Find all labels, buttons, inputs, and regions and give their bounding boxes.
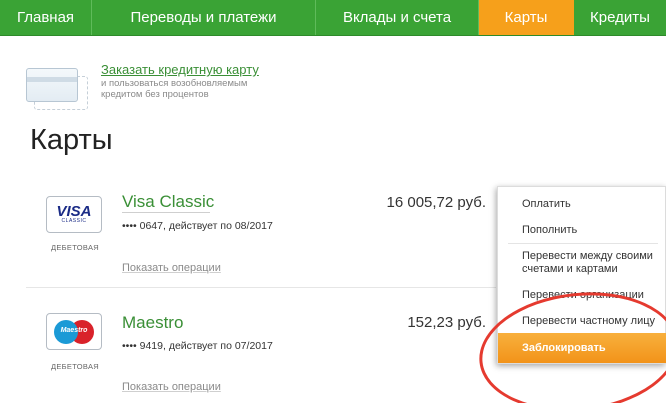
maestro-circles: Maestro <box>54 319 94 344</box>
row-divider <box>26 287 496 288</box>
menu-item-top-up[interactable]: Пополнить <box>498 224 666 237</box>
maestro-logo-text: Maestro <box>60 326 88 334</box>
nav-item-home[interactable]: Главная <box>0 0 92 35</box>
card-type-label: ДЕБЕТОВАЯ <box>51 243 99 252</box>
maestro-logo: Maestro <box>46 313 102 350</box>
promo-description: и пользоваться возобновляемым кредитом б… <box>101 78 248 100</box>
visa-logo: VISA CLASSIC <box>46 196 102 233</box>
main-nav: Главная Переводы и платежи Вклады и счет… <box>0 0 666 36</box>
show-operations-link[interactable]: Показать операции <box>122 381 221 393</box>
visa-logo-text: VISA <box>56 203 92 220</box>
card-name-link[interactable]: Maestro <box>122 313 183 333</box>
page-title: Карты <box>30 124 113 156</box>
card-stripe <box>27 77 77 82</box>
show-operations-link[interactable]: Показать операции <box>122 262 221 274</box>
order-credit-card-link[interactable]: Заказать кредитную карту <box>101 62 259 77</box>
card-balance: 16 005,72 руб. <box>386 194 487 211</box>
visa-logo-subtext: CLASSIC <box>61 218 87 224</box>
menu-separator <box>508 243 658 244</box>
credit-card-icon <box>26 68 88 110</box>
nav-item-credits[interactable]: Кредиты <box>574 0 666 35</box>
card-front <box>26 68 78 102</box>
menu-item-transfer-own[interactable]: Перевести между своими счетами и картами <box>498 250 658 276</box>
card-name-underline <box>122 212 210 213</box>
card-number-info: •••• 0647, действует по 08/2017 <box>122 220 273 232</box>
nav-item-deposits[interactable]: Вклады и счета <box>316 0 479 35</box>
card-name-link[interactable]: Visa Classic <box>122 192 214 212</box>
card-number-info: •••• 9419, действует по 07/2017 <box>122 340 273 352</box>
nav-item-transfers[interactable]: Переводы и платежи <box>92 0 316 35</box>
nav-item-cards[interactable]: Карты <box>479 0 574 35</box>
card-balance: 152,23 руб. <box>407 314 486 331</box>
card-type-label: ДЕБЕТОВАЯ <box>51 362 99 371</box>
menu-item-pay[interactable]: Оплатить <box>498 198 666 211</box>
